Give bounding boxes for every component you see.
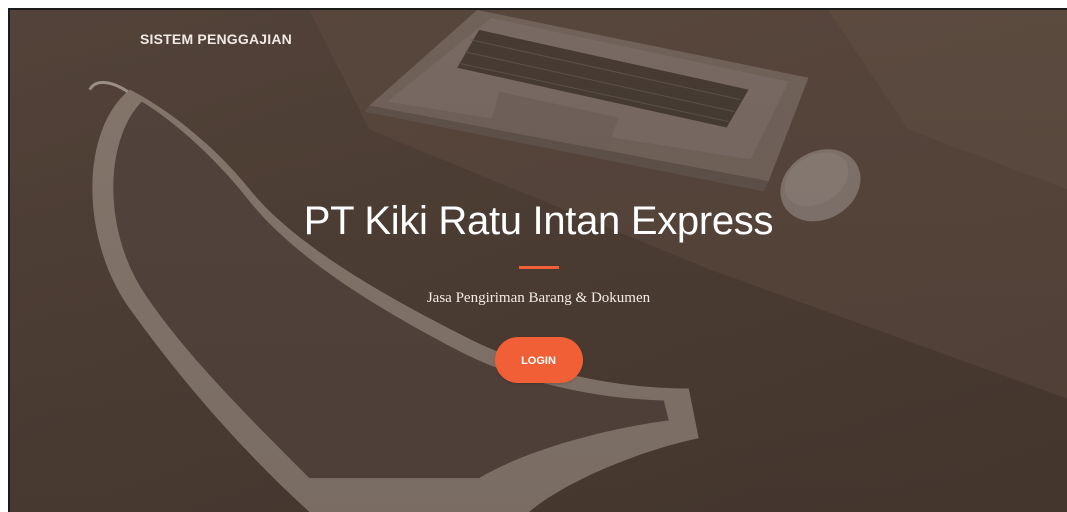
- title-divider: [518, 266, 559, 269]
- hero-title: PT Kiki Ratu Intan Express: [303, 199, 774, 243]
- login-button[interactable]: LOGIN: [494, 337, 583, 383]
- navbar-brand[interactable]: SISTEM PENGGAJIAN: [140, 31, 292, 47]
- hero-subtitle: Jasa Pengiriman Barang & Dokumen: [426, 290, 651, 306]
- landing-page: SISTEM PENGGAJIAN PT Kiki Ratu Intan Exp…: [8, 8, 1067, 512]
- hero-section: PT Kiki Ratu Intan Express Jasa Pengirim…: [10, 196, 1067, 383]
